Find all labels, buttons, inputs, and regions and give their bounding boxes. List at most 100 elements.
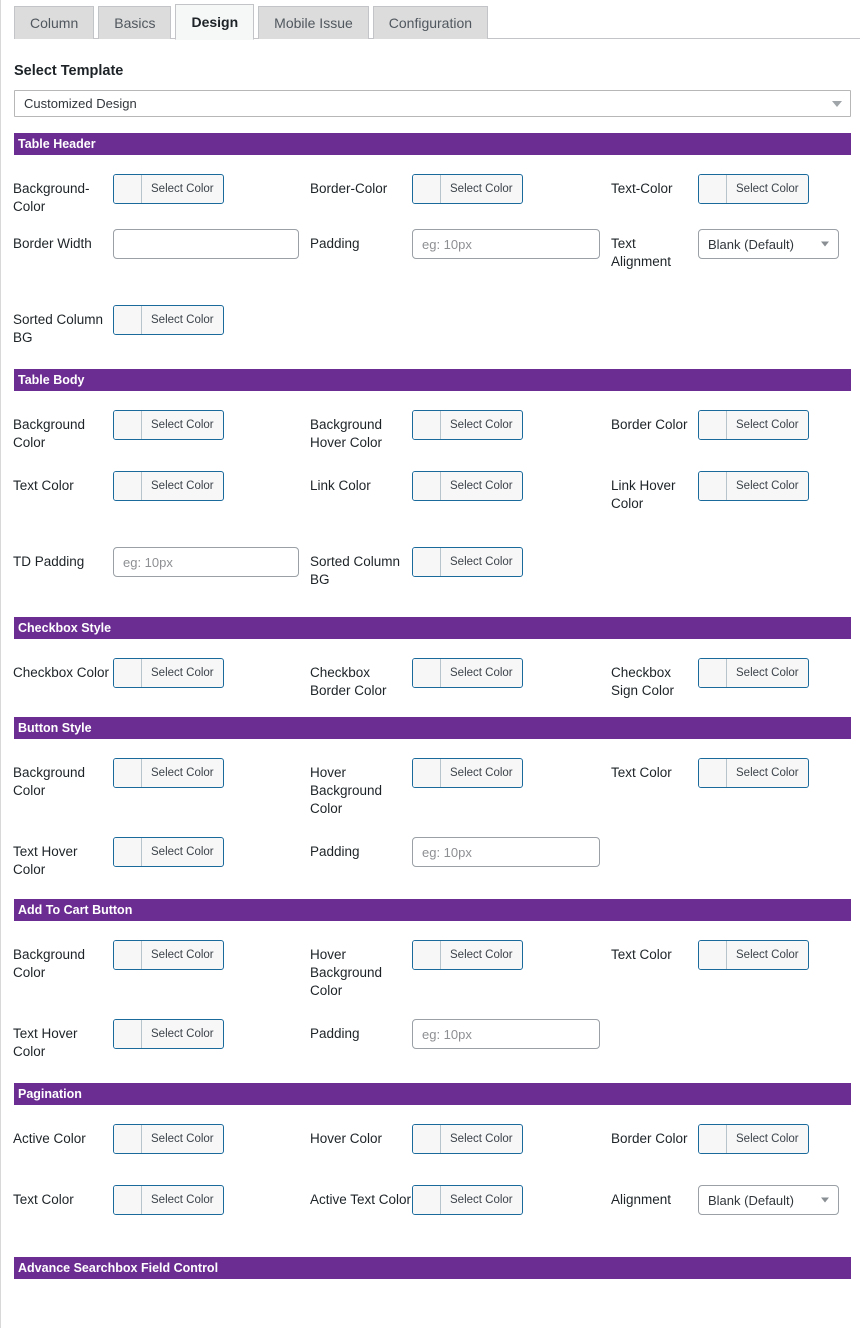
color-picker-button[interactable]: Select Color: [412, 658, 523, 688]
section-header-checkbox-style: Checkbox Style: [14, 617, 851, 639]
field-row: Text Hover Color Select Color Padding: [13, 1015, 860, 1083]
field-label: Text Hover Color: [13, 1026, 78, 1059]
color-picker-button[interactable]: Select Color: [698, 1124, 809, 1154]
field-label: Text Color: [611, 947, 672, 962]
select-template-heading: Select Template: [14, 63, 124, 79]
field-alignment: Alignment Blank (Default): [611, 1185, 839, 1215]
field-label: Active Text Color: [310, 1192, 412, 1207]
field-label: Hover Color: [310, 1131, 383, 1146]
field-hover-background-color: Hover Background Color Select Color: [310, 758, 523, 818]
section-header-pagination: Pagination: [14, 1083, 851, 1105]
tab-mobile-issue[interactable]: Mobile Issue: [258, 6, 369, 39]
section-button-style-fields: Background Color Select Color Hover Back…: [13, 739, 860, 899]
color-picker-button[interactable]: Select Color: [412, 410, 523, 440]
field-checkbox-border-color: Checkbox Border Color Select Color: [310, 658, 523, 700]
color-picker-button[interactable]: Select Color: [113, 174, 224, 204]
color-picker-button[interactable]: Select Color: [412, 174, 523, 204]
color-picker-button[interactable]: Select Color: [698, 174, 809, 204]
color-picker-button[interactable]: Select Color: [113, 658, 224, 688]
field-label: Active Color: [13, 1131, 86, 1146]
field-row: Background Color Select Color Background…: [13, 391, 860, 467]
field-label: Border Width: [13, 236, 92, 251]
tab-design[interactable]: Design: [175, 4, 255, 40]
field-border-width: Border Width: [13, 229, 299, 259]
color-swatch: [114, 1186, 142, 1214]
tab-basics[interactable]: Basics: [98, 6, 172, 39]
color-picker-button[interactable]: Select Color: [412, 758, 523, 788]
border-width-input[interactable]: [113, 229, 299, 259]
field-label: Background Hover Color: [310, 417, 383, 450]
color-picker-button[interactable]: Select Color: [698, 758, 809, 788]
color-picker-button[interactable]: Select Color: [412, 471, 523, 501]
template-select-value: Customized Design: [24, 96, 137, 111]
color-picker-label: Select Color: [736, 183, 799, 195]
color-picker-button[interactable]: Select Color: [698, 658, 809, 688]
color-picker-button[interactable]: Select Color: [113, 1124, 224, 1154]
color-picker-label: Select Color: [450, 1133, 513, 1145]
color-picker-button[interactable]: Select Color: [113, 758, 224, 788]
color-picker-button[interactable]: Select Color: [113, 1185, 224, 1215]
color-picker-label: Select Color: [151, 1028, 214, 1040]
tab-configuration[interactable]: Configuration: [372, 6, 489, 39]
color-picker-label: Select Color: [151, 1133, 214, 1145]
alignment-select[interactable]: Blank (Default): [698, 1185, 839, 1215]
color-swatch: [114, 1125, 142, 1153]
color-picker-button[interactable]: Select Color: [698, 410, 809, 440]
color-picker-button[interactable]: Select Color: [113, 940, 224, 970]
field-background-color: Background-Color Select Color: [13, 174, 224, 216]
field-label: Background Color: [13, 765, 86, 798]
field-label: Padding: [310, 236, 360, 251]
color-picker-button[interactable]: Select Color: [412, 940, 523, 970]
color-picker-button[interactable]: Select Color: [698, 471, 809, 501]
field-text-hover-color: Text Hover Color Select Color: [13, 837, 224, 879]
color-picker-label: Select Color: [151, 949, 214, 961]
color-picker-label: Select Color: [450, 556, 513, 568]
field-background-color: Background Color Select Color: [13, 758, 224, 800]
field-checkbox-sign-color: Checkbox Sign Color Select Color: [611, 658, 809, 700]
color-picker-button[interactable]: Select Color: [698, 940, 809, 970]
td-padding-input[interactable]: [113, 547, 299, 577]
section-header-advance-searchbox-field-control-label: Advance Searchbox Field Control: [18, 1261, 219, 1275]
template-select[interactable]: Customized Design: [14, 90, 851, 117]
color-swatch: [114, 472, 142, 500]
field-checkbox-color: Checkbox Color Select Color: [13, 658, 224, 688]
text-alignment-select[interactable]: Blank (Default): [698, 229, 839, 259]
color-picker-label: Select Color: [151, 767, 214, 779]
tab-column[interactable]: Column: [14, 6, 95, 39]
field-label: TD Padding: [13, 554, 85, 569]
addtocart-padding-input[interactable]: [412, 1019, 600, 1049]
field-active-text-color: Active Text Color Select Color: [310, 1185, 523, 1215]
color-swatch: [114, 306, 142, 334]
color-picker-label: Select Color: [151, 667, 214, 679]
field-label: Text Alignment: [611, 236, 672, 269]
field-label: Checkbox Color: [13, 665, 110, 680]
color-picker-label: Select Color: [151, 314, 214, 326]
color-picker-button[interactable]: Select Color: [113, 837, 224, 867]
section-table-body-fields: Background Color Select Color Background…: [13, 391, 860, 617]
field-row: TD Padding Sorted Column BG Select Color: [13, 543, 860, 617]
section-header-button-style: Button Style: [14, 717, 851, 739]
field-background-color: Background Color Select Color: [13, 410, 224, 452]
color-picker-button[interactable]: Select Color: [412, 1124, 523, 1154]
color-picker-label: Select Color: [450, 1194, 513, 1206]
color-swatch: [699, 941, 727, 969]
text-alignment-select-wrapper: Blank (Default): [698, 229, 839, 259]
color-picker-button[interactable]: Select Color: [113, 471, 224, 501]
field-active-color: Active Color Select Color: [13, 1124, 224, 1154]
field-row: Text Color Select Color Active Text Colo…: [13, 1181, 860, 1257]
color-picker-button[interactable]: Select Color: [113, 305, 224, 335]
field-text-color: Text Color Select Color: [13, 1185, 224, 1215]
field-label: Background Color: [13, 947, 86, 980]
color-picker-button[interactable]: Select Color: [412, 1185, 523, 1215]
field-label: Checkbox Sign Color: [611, 665, 675, 698]
color-picker-button[interactable]: Select Color: [412, 547, 523, 577]
alignment-select-wrapper: Blank (Default): [698, 1185, 839, 1215]
field-label: Background Color: [13, 417, 86, 450]
padding-input[interactable]: [412, 229, 600, 259]
tab-bar: Column Basics Design Mobile Issue Config…: [0, 0, 860, 40]
button-padding-input[interactable]: [412, 837, 600, 867]
field-text-color: Text Color Select Color: [13, 471, 224, 501]
color-picker-button[interactable]: Select Color: [113, 410, 224, 440]
color-picker-button[interactable]: Select Color: [113, 1019, 224, 1049]
color-swatch: [114, 659, 142, 687]
